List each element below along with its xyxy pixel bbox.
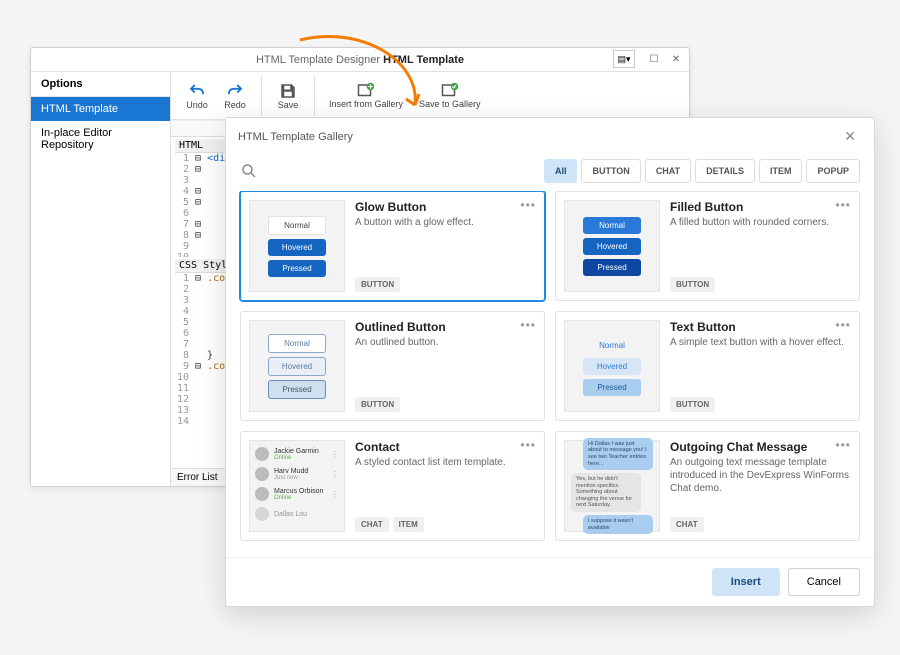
save-gallery-icon xyxy=(441,82,459,100)
preview-state-normal: Normal xyxy=(583,337,641,354)
contact-name: Harv Mudd xyxy=(274,468,308,475)
chat-bubble-out: I suppose it wasn't available xyxy=(583,515,653,534)
contact-status: Online xyxy=(274,495,323,501)
undo-button[interactable]: Undo xyxy=(179,80,215,112)
redo-button[interactable]: Redo xyxy=(217,80,253,112)
card-tag: CHAT xyxy=(355,517,389,532)
gallery-card-filled-button[interactable]: ••• Normal Hovered Pressed Filled Button… xyxy=(555,191,860,301)
preview-state-hovered: Hovered xyxy=(268,357,326,376)
gallery-close-button[interactable]: ✕ xyxy=(838,126,862,147)
filter-details[interactable]: DETAILS xyxy=(695,159,755,183)
preview-state-hovered: Hovered xyxy=(583,238,641,255)
gallery-card-contact[interactable]: ••• Jackie GarminOnline⋮ Harv MuddJust n… xyxy=(240,431,545,541)
gallery-card-text-button[interactable]: ••• Normal Hovered Pressed Text Button A… xyxy=(555,311,860,421)
card-preview: Hi Dallas I was just about to message yo… xyxy=(564,440,660,532)
chat-bubble-out: Hi Dallas I was just about to message yo… xyxy=(583,438,653,470)
preview-state-pressed: Pressed xyxy=(583,259,641,276)
contact-name: Dallas Lou xyxy=(274,511,307,518)
gallery-card-outlined-button[interactable]: ••• Normal Hovered Pressed Outlined Butt… xyxy=(240,311,545,421)
save-label: Save xyxy=(278,100,299,110)
card-preview: Normal Hovered Pressed xyxy=(564,200,660,292)
card-title: Filled Button xyxy=(670,200,851,214)
card-tag: CHAT xyxy=(670,517,704,532)
title-bar: HTML Template Designer HTML Template ▤▾ … xyxy=(31,48,689,72)
cancel-button[interactable]: Cancel xyxy=(788,568,860,596)
card-preview: Jackie GarminOnline⋮ Harv MuddJust now⋮ … xyxy=(249,440,345,532)
contact-name: Jackie Garmin xyxy=(274,448,319,455)
card-tag: BUTTON xyxy=(355,397,400,412)
filter-all[interactable]: All xyxy=(544,159,578,183)
card-desc: A filled button with rounded corners. xyxy=(670,216,851,229)
redo-label: Redo xyxy=(224,100,246,110)
undo-icon xyxy=(188,82,206,100)
preview-state-normal: Normal xyxy=(268,334,326,353)
gallery-dialog: HTML Template Gallery ✕ All BUTTON CHAT … xyxy=(225,117,875,607)
insert-gallery-icon xyxy=(357,82,375,100)
redo-icon xyxy=(226,82,244,100)
contact-status: Online xyxy=(274,455,319,461)
sidebar-header: Options xyxy=(31,72,170,97)
card-tag: BUTTON xyxy=(355,277,400,292)
undo-label: Undo xyxy=(186,100,208,110)
card-desc: A button with a glow effect. xyxy=(355,216,536,229)
filter-item[interactable]: ITEM xyxy=(759,159,803,183)
contact-status: Just now xyxy=(274,475,308,481)
chat-bubble-in: Yes, but he didn't mention specifics. So… xyxy=(571,473,641,512)
filter-tabs: All BUTTON CHAT DETAILS ITEM POPUP xyxy=(544,159,860,183)
card-tag: ITEM xyxy=(393,517,424,532)
sidebar-item-editor-repository[interactable]: In-place Editor Repository xyxy=(31,121,170,157)
preview-state-normal: Normal xyxy=(268,216,326,235)
maximize-button[interactable]: ☐ xyxy=(645,50,663,68)
save-icon xyxy=(279,82,297,100)
toolbar: Undo Redo Save Insert from Gallery xyxy=(171,72,689,120)
insert-button[interactable]: Insert xyxy=(712,568,780,596)
card-title: Contact xyxy=(355,440,536,454)
filter-popup[interactable]: POPUP xyxy=(806,159,860,183)
card-title: Glow Button xyxy=(355,200,536,214)
card-tag: BUTTON xyxy=(670,397,715,412)
preview-state-hovered: Hovered xyxy=(583,358,641,375)
card-desc: A simple text button with a hover effect… xyxy=(670,336,851,349)
preview-state-pressed: Pressed xyxy=(583,379,641,396)
contact-name: Marcus Orbison xyxy=(274,488,323,495)
card-title: Outlined Button xyxy=(355,320,536,334)
save-gallery-label: Save to Gallery xyxy=(419,100,481,110)
card-desc: An outgoing text message template introd… xyxy=(670,456,851,495)
title-name: HTML Template xyxy=(383,54,464,66)
insert-gallery-label: Insert from Gallery xyxy=(329,100,403,110)
card-desc: An outlined button. xyxy=(355,336,536,349)
card-preview: Normal Hovered Pressed xyxy=(249,200,345,292)
preview-state-normal: Normal xyxy=(583,217,641,234)
layout-grid-button[interactable]: ▤▾ xyxy=(613,50,635,68)
save-button[interactable]: Save xyxy=(270,80,306,112)
sidebar-item-html-template[interactable]: HTML Template xyxy=(31,97,170,121)
close-window-button[interactable]: ✕ xyxy=(667,50,685,68)
filter-chat[interactable]: CHAT xyxy=(645,159,691,183)
gallery-card-outgoing-chat[interactable]: ••• Hi Dallas I was just about to messag… xyxy=(555,431,860,541)
insert-from-gallery-button[interactable]: Insert from Gallery xyxy=(323,80,409,112)
gallery-card-glow-button[interactable]: ••• Normal Hovered Pressed Glow Button A… xyxy=(240,191,545,301)
card-preview: Normal Hovered Pressed xyxy=(564,320,660,412)
title-prefix: HTML Template Designer xyxy=(256,54,383,66)
card-tag: BUTTON xyxy=(670,277,715,292)
preview-state-pressed: Pressed xyxy=(268,260,326,277)
gallery-title: HTML Template Gallery xyxy=(238,131,353,143)
card-title: Text Button xyxy=(670,320,851,334)
card-title: Outgoing Chat Message xyxy=(670,440,851,454)
filter-button[interactable]: BUTTON xyxy=(581,159,640,183)
search-icon[interactable] xyxy=(240,162,258,180)
save-to-gallery-button[interactable]: Save to Gallery xyxy=(413,80,487,112)
card-preview: Normal Hovered Pressed xyxy=(249,320,345,412)
card-desc: A styled contact list item template. xyxy=(355,456,536,469)
preview-state-hovered: Hovered xyxy=(268,239,326,256)
preview-state-pressed: Pressed xyxy=(268,380,326,399)
sidebar: Options HTML Template In-place Editor Re… xyxy=(31,72,171,486)
